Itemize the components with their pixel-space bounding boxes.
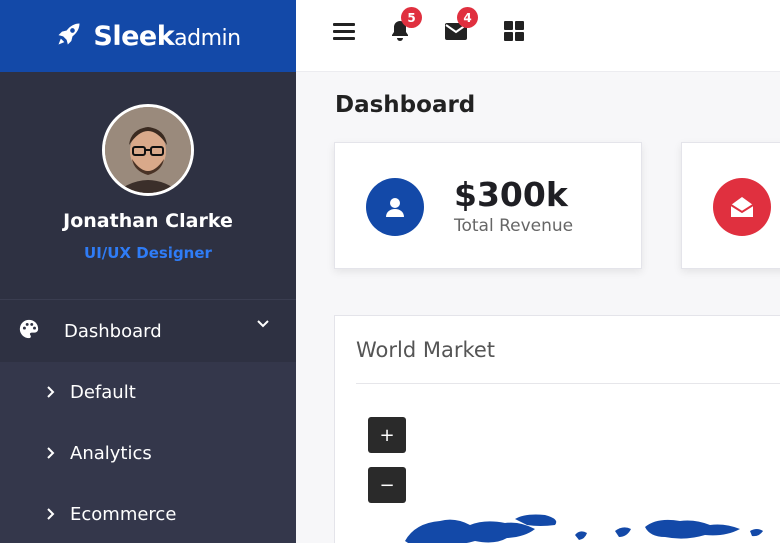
hamburger-icon bbox=[333, 22, 355, 44]
apps-grid-button[interactable] bbox=[499, 18, 529, 48]
sidebar-item-ecommerce[interactable]: Ecommerce bbox=[0, 484, 296, 543]
chevron-right-icon bbox=[46, 504, 56, 525]
sidebar-item-analytics[interactable]: Analytics bbox=[0, 423, 296, 484]
sidebar-item-label: Dashboard bbox=[64, 320, 162, 342]
zoom-in-button[interactable]: + bbox=[368, 417, 406, 453]
sidebar-item-label: Analytics bbox=[70, 443, 152, 464]
profile: Jonathan Clarke UI/UX Designer bbox=[0, 72, 296, 300]
sidebar: Sleekadmin Jonathan Clarke UI/UX Designe… bbox=[0, 0, 296, 543]
notifications-button[interactable]: 5 bbox=[385, 7, 422, 48]
world-map[interactable] bbox=[395, 511, 775, 543]
world-market-panel: World Market + − bbox=[334, 315, 780, 543]
sidebar-item-label: Ecommerce bbox=[70, 504, 177, 525]
brand-name-main: Sleek bbox=[93, 20, 175, 52]
stat-value: $300k bbox=[454, 175, 568, 214]
brand-name: Sleekadmin bbox=[93, 20, 241, 52]
chevron-right-icon bbox=[46, 382, 56, 403]
panel-divider bbox=[356, 383, 780, 384]
notification-count-badge: 5 bbox=[401, 7, 422, 28]
zoom-out-button[interactable]: − bbox=[368, 467, 406, 503]
grid-icon bbox=[504, 21, 524, 45]
brand[interactable]: Sleekadmin bbox=[0, 0, 296, 72]
user-role: UI/UX Designer bbox=[84, 244, 212, 262]
sidebar-item-dashboard[interactable]: Dashboard bbox=[0, 300, 296, 362]
chevron-down-icon[interactable] bbox=[256, 316, 270, 335]
chevron-right-icon bbox=[46, 443, 56, 464]
user-icon bbox=[366, 178, 424, 236]
brand-name-suffix: admin bbox=[174, 25, 241, 51]
page-title: Dashboard bbox=[335, 92, 476, 118]
messages-button[interactable]: 4 bbox=[441, 7, 478, 48]
stat-card-revenue: $300k Total Revenue bbox=[334, 142, 642, 269]
menu-toggle-button[interactable] bbox=[329, 18, 359, 48]
dashboard-submenu: Default Analytics Ecommerce bbox=[0, 362, 296, 543]
message-count-badge: 4 bbox=[457, 7, 478, 28]
envelope-open-icon bbox=[713, 178, 771, 236]
panel-title: World Market bbox=[356, 338, 496, 362]
topbar: 5 4 bbox=[296, 0, 780, 72]
rocket-icon bbox=[55, 20, 83, 52]
palette-icon bbox=[18, 318, 40, 344]
stat-label: Total Revenue bbox=[454, 216, 574, 236]
user-name: Jonathan Clarke bbox=[63, 210, 233, 232]
sidebar-item-default[interactable]: Default bbox=[0, 362, 296, 423]
stat-card-messages bbox=[681, 142, 780, 269]
sidebar-item-label: Default bbox=[70, 382, 136, 403]
avatar[interactable] bbox=[102, 104, 194, 196]
